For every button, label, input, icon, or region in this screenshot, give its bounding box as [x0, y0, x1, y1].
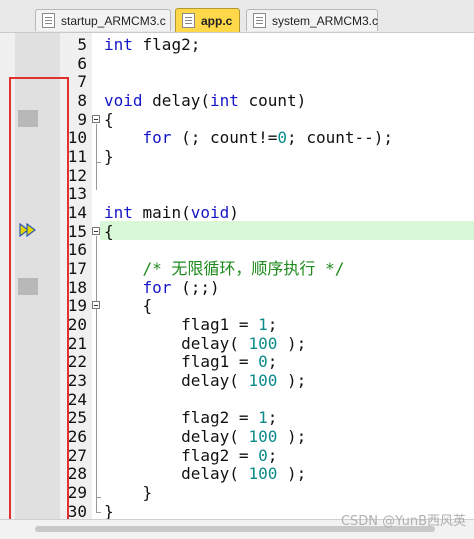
tab-startup-armcm3[interactable]: startup_ARMCM3.c — [35, 9, 171, 31]
tab-label: startup_ARMCM3.c — [61, 13, 166, 28]
tab-label: app.c — [201, 13, 233, 28]
fold-guide — [96, 124, 97, 190]
code-text: } — [104, 146, 114, 166]
code-text: flag2 = 1; — [104, 408, 278, 428]
tab-system-armcm3[interactable]: system_ARMCM3.c — [246, 9, 378, 31]
code-line[interactable]: 24 — [0, 390, 474, 410]
annotation-highlight-box — [9, 77, 69, 532]
code-text: { — [104, 109, 114, 129]
file-icon — [253, 13, 266, 28]
fold-toggle-icon[interactable] — [92, 301, 100, 309]
code-text: { — [104, 221, 114, 241]
code-text: int flag2; — [104, 35, 201, 54]
code-text: delay( 100 ); — [104, 333, 307, 353]
tab-app-c[interactable]: app.c — [175, 8, 240, 32]
fold-guide-end — [96, 497, 101, 498]
code-text: for (; count!=0; count--); — [142, 128, 394, 148]
watermark: CSDN @YunB西风英 — [340, 514, 466, 529]
code-line[interactable]: 20 flag1 = 1; — [0, 314, 474, 335]
file-icon — [182, 13, 195, 28]
code-line[interactable]: 22 flag1 = 0; — [0, 352, 474, 372]
code-text: { — [104, 296, 153, 316]
fold-toggle-icon[interactable] — [92, 227, 100, 235]
code-text: } — [104, 482, 153, 502]
tab-label: system_ARMCM3.c — [272, 13, 379, 28]
code-line[interactable]: 7 — [0, 73, 474, 92]
code-line[interactable]: 14 int main(void) — [0, 202, 474, 223]
code-text: flag2 = 0; — [104, 445, 278, 465]
code-text: flag1 = 1; — [104, 314, 278, 334]
code-text: /* 无限循环，顺序执行 */ — [142, 258, 345, 278]
code-text: delay( 100 ); — [104, 426, 307, 446]
code-line[interactable]: 11} — [0, 146, 474, 167]
code-line[interactable]: 21 delay( 100 ); — [0, 333, 474, 354]
code-text: flag1 = 0; — [104, 352, 278, 372]
code-line[interactable]: 17 /* 无限循环，顺序执行 */ — [0, 258, 474, 279]
fold-guide-end — [96, 512, 101, 513]
code-line[interactable]: 10 for (; count!=0; count--); — [0, 128, 474, 148]
code-line[interactable]: 29 } — [0, 482, 474, 503]
code-line[interactable]: 23 delay( 100 ); — [0, 370, 474, 391]
code-line[interactable]: 12 — [0, 166, 474, 186]
editor-tab-bar: startup_ARMCM3.c app.c system_ARMCM3.c — [0, 0, 474, 33]
line-number: 6 — [77, 53, 87, 73]
code-line[interactable]: 27 flag2 = 0; — [0, 445, 474, 466]
file-icon — [42, 13, 55, 28]
fold-toggle-icon[interactable] — [92, 115, 100, 123]
code-line[interactable]: 13 — [0, 185, 474, 204]
code-text: delay( 100 ); — [104, 370, 307, 390]
line-number: 5 — [77, 35, 87, 54]
code-text: int main(void) — [104, 202, 239, 222]
fold-guide — [96, 236, 97, 512]
code-line[interactable]: 6 — [0, 53, 474, 74]
fold-guide-end — [96, 162, 101, 163]
code-line[interactable]: 19 { — [0, 297, 474, 316]
code-line[interactable]: 5 int flag2; — [0, 35, 474, 55]
code-line[interactable]: 18 for (;;) — [0, 277, 474, 298]
code-line[interactable]: 8 void delay(int count) — [0, 90, 474, 111]
code-line[interactable]: 26 delay( 100 ); — [0, 426, 474, 447]
code-line[interactable]: 15{ — [0, 221, 474, 242]
code-line[interactable]: 28 delay( 100 ); — [0, 464, 474, 484]
code-text: delay( 100 ); — [104, 464, 307, 484]
code-line[interactable]: 25 flag2 = 1; — [0, 408, 474, 428]
code-line[interactable]: 9{ — [0, 109, 474, 130]
code-line[interactable]: 16 — [0, 241, 474, 260]
code-text: for (;;) — [142, 277, 220, 297]
code-text: void delay(int count) — [104, 90, 307, 110]
